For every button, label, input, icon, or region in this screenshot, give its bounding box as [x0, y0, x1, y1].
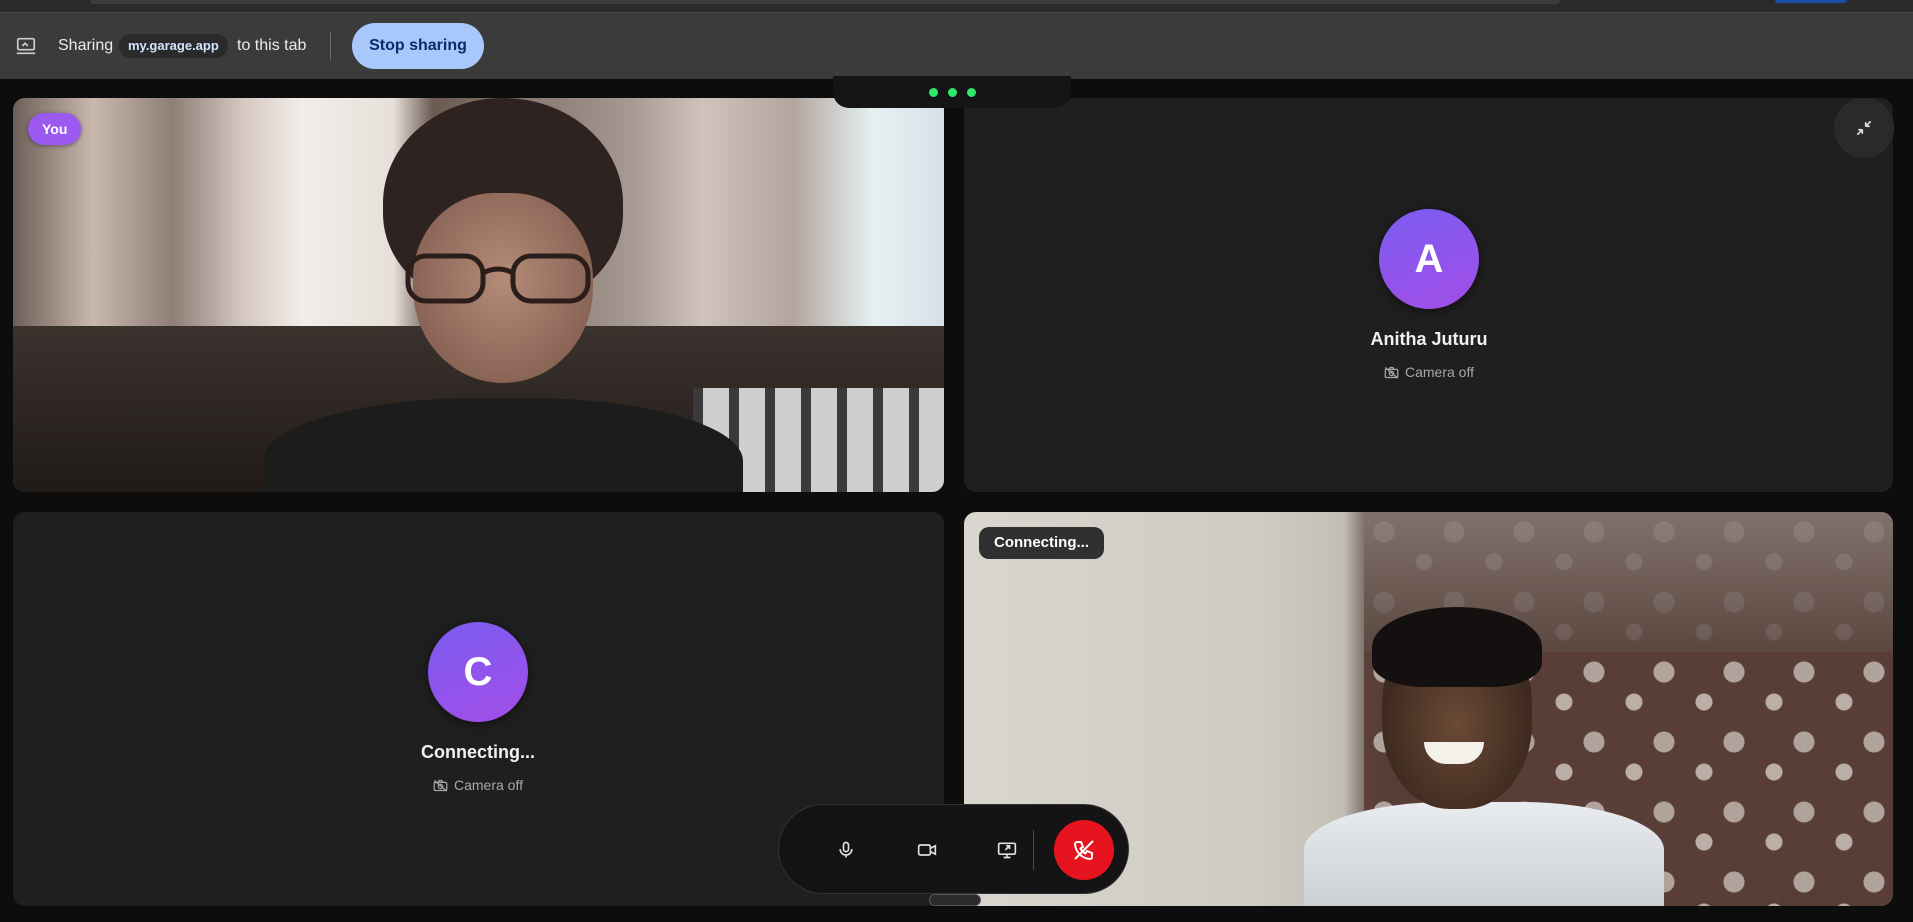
browser-button-edge	[1775, 0, 1847, 3]
screen-share-icon	[997, 842, 1017, 859]
status-dot	[966, 87, 976, 97]
browser-chrome-strip	[0, 0, 1913, 12]
camera-status-text: Camera off	[1405, 364, 1474, 380]
connection-indicator[interactable]	[833, 76, 1071, 108]
camera-status-text: Camera off	[454, 777, 523, 793]
shared-domain-chip: my.garage.app	[119, 34, 228, 58]
status-dot	[947, 87, 957, 97]
connecting-badge: Connecting...	[979, 527, 1104, 559]
sharing-suffix: to this tab	[237, 37, 307, 54]
camera-status: Camera off	[433, 777, 523, 793]
controls-divider	[1033, 830, 1034, 870]
screen-share-button[interactable]	[984, 827, 1030, 873]
avatar: C	[428, 622, 528, 722]
participant-name: Connecting...	[421, 742, 535, 762]
camera-toggle-button[interactable]	[904, 827, 950, 873]
mute-button[interactable]	[823, 827, 869, 873]
drag-handle[interactable]	[929, 894, 981, 906]
screen-share-status-icon	[16, 37, 36, 55]
camera-off-icon	[1384, 366, 1399, 379]
avatar: A	[1379, 209, 1479, 309]
mic-icon	[839, 841, 853, 858]
camera-off-icon	[433, 779, 448, 792]
sharing-label: Sharing	[58, 37, 114, 54]
participant-info-anitha: A Anitha Juturu Camera off	[1329, 209, 1529, 380]
end-call-button[interactable]	[1054, 820, 1114, 880]
sharing-bar: Sharing my.garage.app to this tab Stop s…	[0, 12, 1913, 79]
sharing-divider	[330, 32, 331, 60]
minimize-button[interactable]	[1834, 98, 1894, 158]
participant-name: Anitha Juturu	[1370, 329, 1488, 349]
collapse-arrows-icon	[1856, 120, 1872, 136]
participant-info-c: C Connecting... Camera off	[378, 622, 578, 793]
you-badge: You	[28, 113, 82, 145]
camera-status: Camera off	[1384, 364, 1474, 380]
browser-address-bar-edge	[90, 0, 1560, 4]
phone-hangup-icon	[1073, 840, 1094, 861]
self-video-tile[interactable]	[13, 98, 944, 492]
stop-sharing-button[interactable]: Stop sharing	[352, 23, 484, 69]
call-controls	[778, 804, 1129, 894]
status-dot	[928, 87, 938, 97]
self-video-feed	[13, 98, 944, 492]
video-camera-icon	[917, 844, 937, 856]
